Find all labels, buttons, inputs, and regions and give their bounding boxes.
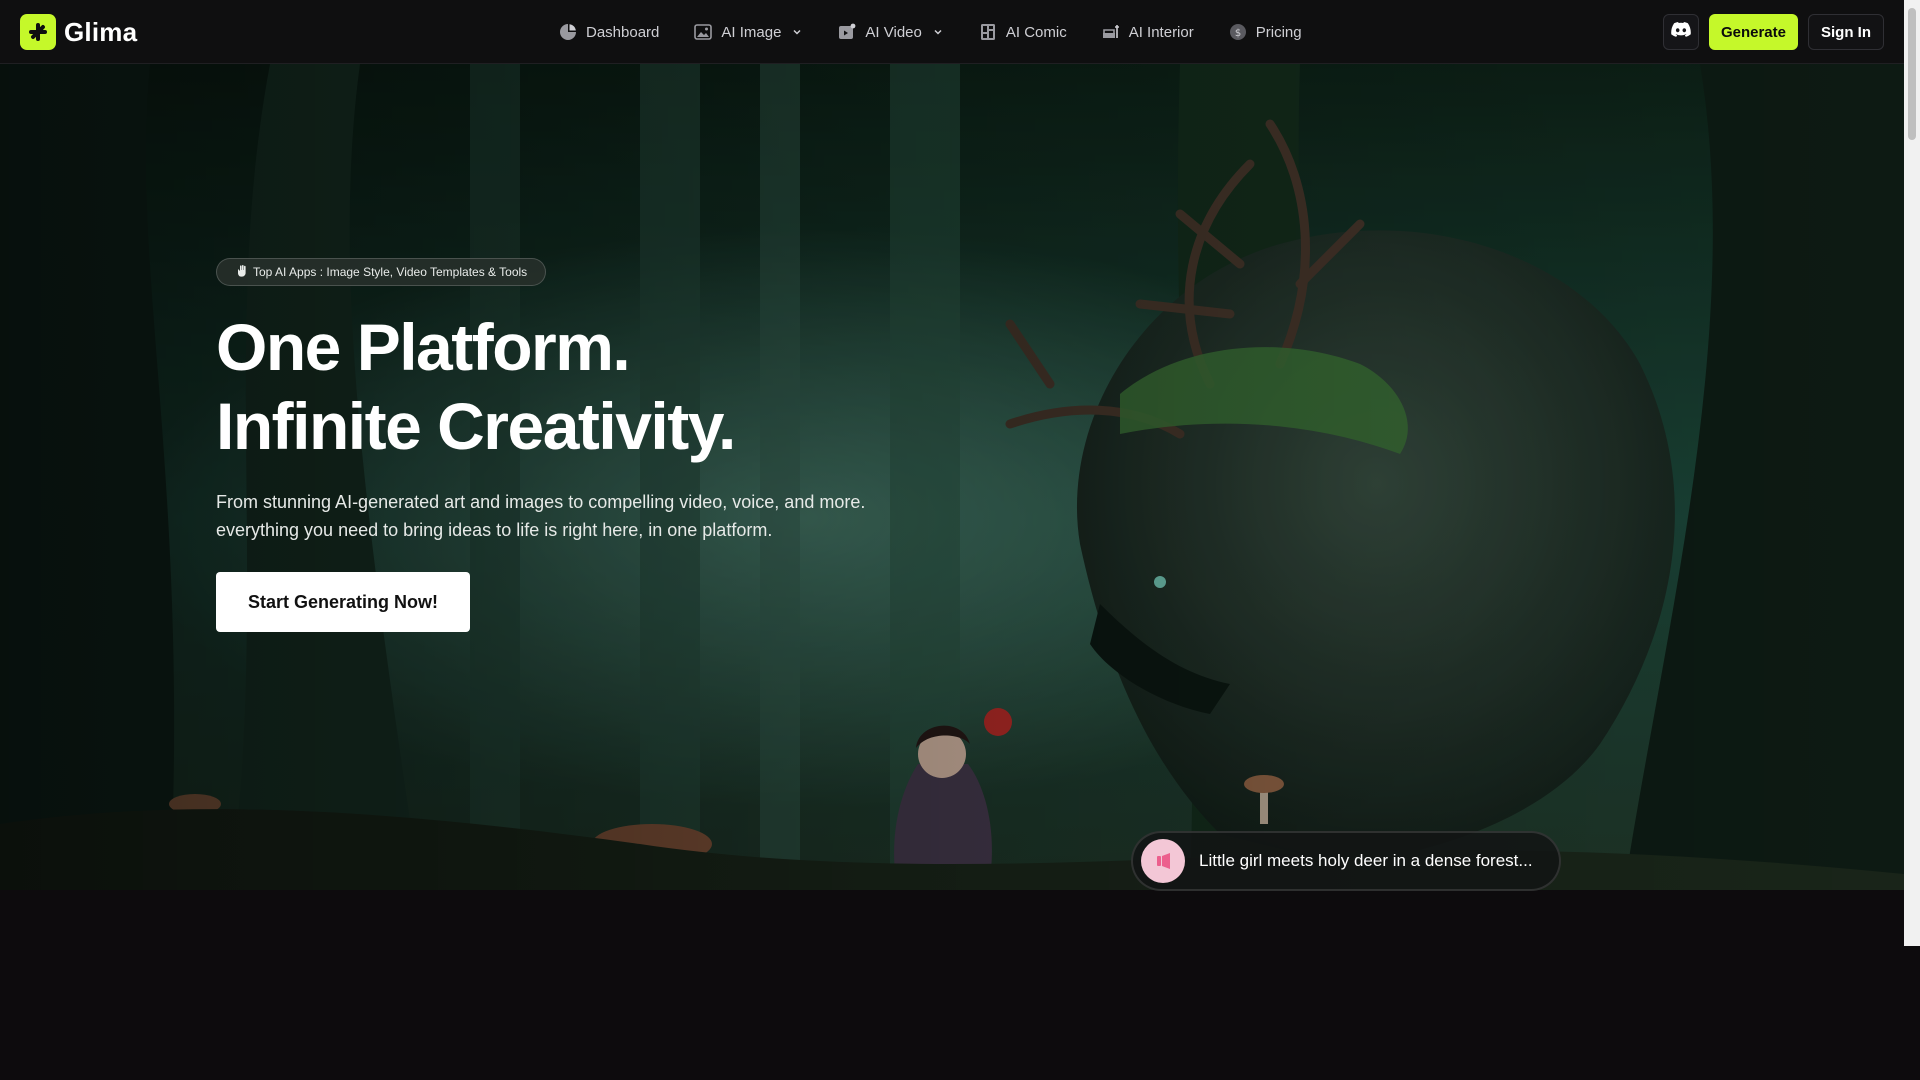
nav-item-ai-comic[interactable]: AI Comic <box>978 22 1067 42</box>
nav-label-ai-comic: AI Comic <box>1005 23 1067 41</box>
start-generating-button[interactable]: Start Generating Now! <box>216 572 471 632</box>
chevron-down-icon <box>932 26 944 38</box>
nav-label-dashboard: Dashboard <box>586 23 660 41</box>
main-nav: Dashboard AI Image AI Video AI Comic AI … <box>558 0 1302 64</box>
hero-badge-label: Top AI Apps : Image Style, Video Templat… <box>253 265 528 279</box>
brand-name: Glima <box>64 16 138 47</box>
speaker-avatar-icon <box>1141 839 1185 883</box>
hero-subtitle: From stunning AI-generated art and image… <box>216 492 866 540</box>
svg-text:$: $ <box>1235 28 1241 39</box>
nav-item-ai-video[interactable]: AI Video <box>837 22 943 42</box>
nav-item-ai-image[interactable]: AI Image <box>693 22 803 42</box>
generate-button[interactable]: Generate <box>1708 14 1798 50</box>
hero-section: Top AI Apps : Image Style, Video Templat… <box>0 64 1904 890</box>
video-icon <box>837 22 857 42</box>
discord-button[interactable] <box>1662 14 1699 50</box>
brand-logo[interactable]: Glima <box>20 14 137 50</box>
nav-label-ai-image: AI Image <box>721 23 782 41</box>
nav-label-pricing: Pricing <box>1255 23 1302 41</box>
video-caption-chip[interactable]: Little girl meets holy deer in a dense f… <box>1131 831 1561 891</box>
nav-label-ai-interior: AI Interior <box>1128 23 1194 41</box>
page: Glima Dashboard AI Image AI Video AI Com… <box>0 0 1920 1080</box>
header-actions: Generate Sign In <box>1662 14 1884 50</box>
scrollbar-thumb[interactable] <box>1908 8 1916 140</box>
sign-in-button[interactable]: Sign In <box>1808 14 1884 50</box>
page-scrollbar[interactable] <box>1904 0 1920 946</box>
nav-item-ai-interior[interactable]: AI Interior <box>1101 22 1194 42</box>
hero-title: One Platform. Infinite Creativity. <box>216 308 916 466</box>
video-caption-text: Little girl meets holy deer in a dense f… <box>1199 851 1533 870</box>
dashboard-icon <box>558 22 578 42</box>
chevron-down-icon <box>791 26 803 38</box>
image-icon <box>693 22 713 42</box>
hand-icon <box>237 264 247 280</box>
hero-badge[interactable]: Top AI Apps : Image Style, Video Templat… <box>216 258 547 286</box>
comic-icon <box>978 22 998 42</box>
nav-item-pricing[interactable]: $ Pricing <box>1228 22 1302 42</box>
nav-item-dashboard[interactable]: Dashboard <box>558 22 659 42</box>
interior-icon <box>1101 22 1121 42</box>
logo-mark-icon <box>20 14 56 50</box>
hero-title-line-1: One Platform. <box>216 310 631 384</box>
hero-content: Top AI Apps : Image Style, Video Templat… <box>216 258 916 632</box>
hero-title-line-2: Infinite Creativity. <box>216 389 736 463</box>
discord-icon <box>1671 22 1691 42</box>
top-navbar: Glima Dashboard AI Image AI Video AI Com… <box>0 0 1904 64</box>
pricing-icon: $ <box>1228 22 1248 42</box>
nav-label-ai-video: AI Video <box>865 23 922 41</box>
